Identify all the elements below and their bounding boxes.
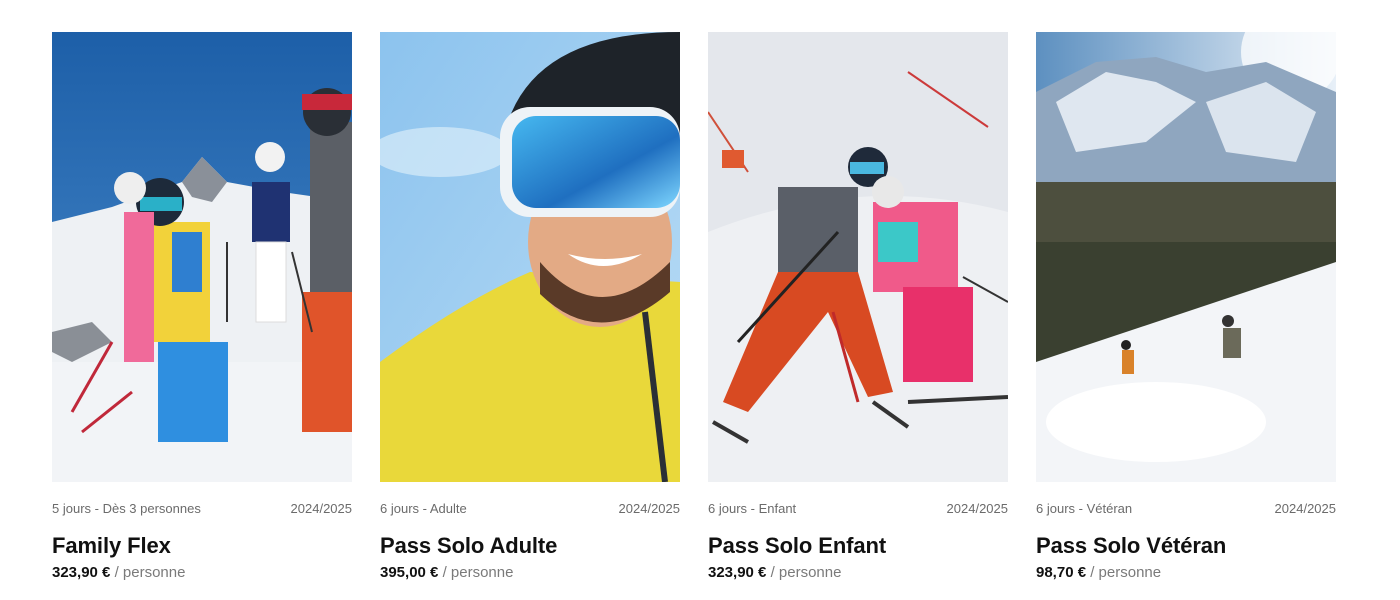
pass-title[interactable]: Family Flex [52,534,352,558]
pass-meta: 6 jours - Adulte 2024/2025 [380,500,680,516]
pass-price: 323,90 € / personne [708,564,1008,582]
pass-title[interactable]: Pass Solo Vétéran [1036,534,1336,558]
father-child-skiing-photo[interactable] [708,32,1008,482]
price-amount: 323,90 € [52,564,111,581]
price-amount: 98,70 € [1036,564,1087,581]
skiers-on-slope-photo[interactable] [1036,32,1336,482]
pass-title[interactable]: Pass Solo Adulte [380,534,680,558]
family-skiers-photo[interactable] [52,32,352,482]
pass-card-solo-veteran[interactable]: 6 jours - Vétéran 2024/2025 Pass Solo Vé… [1036,32,1336,582]
pass-season: 2024/2025 [290,500,352,516]
price-unit: / personne [114,564,186,581]
pass-season: 2024/2025 [618,500,680,516]
pass-meta: 6 jours - Vétéran 2024/2025 [1036,500,1336,516]
pass-grid: 5 jours - Dès 3 personnes 2024/2025 Fami… [52,32,1336,582]
price-amount: 323,90 € [708,564,767,581]
pass-price: 323,90 € / personne [52,564,352,582]
price-unit: / personne [1090,564,1162,581]
pass-card-solo-enfant[interactable]: 6 jours - Enfant 2024/2025 Pass Solo Enf… [708,32,1008,582]
pass-meta: 5 jours - Dès 3 personnes 2024/2025 [52,500,352,516]
price-unit: / personne [442,564,514,581]
pass-season: 2024/2025 [946,500,1008,516]
pass-details: 6 jours - Adulte [380,500,467,516]
pass-season: 2024/2025 [1274,500,1336,516]
pass-price: 98,70 € / personne [1036,564,1336,582]
pass-card-solo-adulte[interactable]: 6 jours - Adulte 2024/2025 Pass Solo Adu… [380,32,680,582]
pass-price: 395,00 € / personne [380,564,680,582]
pass-card-family-flex[interactable]: 5 jours - Dès 3 personnes 2024/2025 Fami… [52,32,352,582]
price-unit: / personne [770,564,842,581]
pass-details: 6 jours - Enfant [708,500,797,516]
smiling-skier-goggles-photo[interactable] [380,32,680,482]
price-amount: 395,00 € [380,564,439,581]
pass-details: 5 jours - Dès 3 personnes [52,500,201,516]
pass-title[interactable]: Pass Solo Enfant [708,534,1008,558]
pass-details: 6 jours - Vétéran [1036,500,1133,516]
pass-meta: 6 jours - Enfant 2024/2025 [708,500,1008,516]
